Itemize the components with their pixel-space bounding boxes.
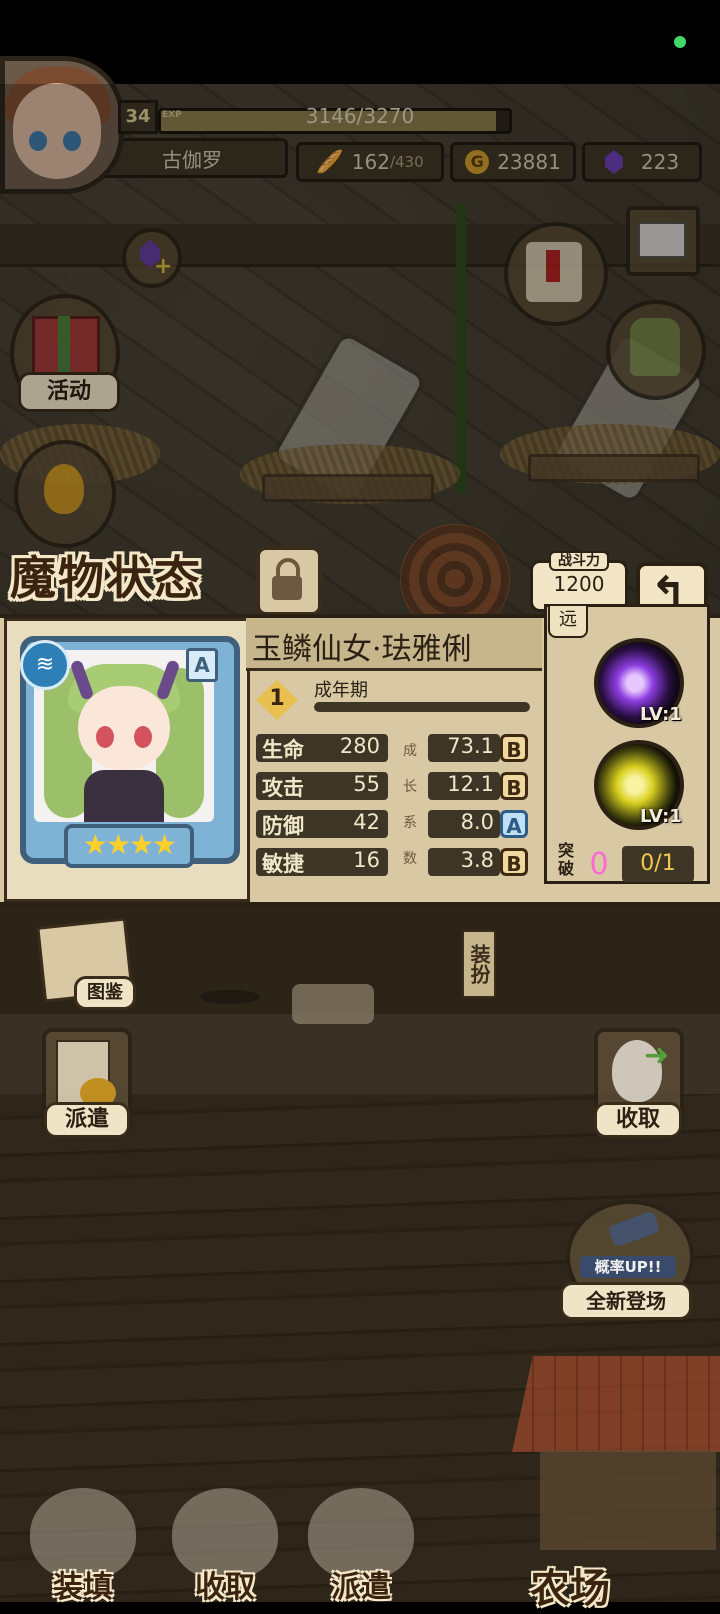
dispatch-side-label: 派遣 [44, 1102, 130, 1138]
stage-badge: 1 [256, 680, 302, 722]
grade-badge: B [500, 848, 528, 876]
growth-value: 73.1 [447, 734, 494, 758]
growth-stage-bar [314, 702, 530, 712]
stat-value: 280 [339, 734, 380, 758]
stat-value: 42 [353, 810, 380, 834]
monster-name: 玉鳞仙女·珐雅俐 [252, 632, 472, 667]
status-bar [0, 0, 720, 84]
growth-char-1: 成 [403, 743, 417, 759]
skill-2-level: LV:1 [640, 806, 682, 827]
camera-indicator-dot [674, 36, 686, 48]
water-icon: ≋ [20, 640, 70, 690]
battle-power-label: 战斗力 [549, 551, 609, 571]
hammer-icon [607, 1210, 661, 1248]
stat-value: 55 [353, 772, 380, 796]
stat-value: 16 [353, 848, 380, 872]
nav-farm-button[interactable]: 农场 [510, 1556, 630, 1614]
collect-side-label: 收取 [594, 1102, 682, 1138]
skill-1-level: LV:1 [640, 704, 682, 725]
growth-char-4: 数 [403, 851, 417, 867]
monster-status-title: 魔物状态 [10, 551, 202, 605]
growth-char-3: 系 [403, 815, 417, 831]
lock-button[interactable] [256, 546, 322, 616]
grade-badge: A [500, 810, 528, 838]
nav-dispatch-button[interactable]: 派遣 [296, 1562, 426, 1606]
range-tag: 远 [548, 604, 588, 638]
rank-badge: A [186, 648, 218, 682]
stat-name: 生命 [262, 738, 304, 762]
farm-roof [512, 1356, 720, 1452]
growth-char-2: 长 [403, 779, 417, 795]
limit-break-label: 突破 [557, 841, 574, 878]
growth-value: 3.8 [460, 848, 494, 872]
growth-value: 12.1 [447, 772, 494, 796]
nav-collect-button[interactable]: 收取 [160, 1562, 290, 1606]
growth-value: 8.0 [460, 810, 494, 834]
nav-load-button[interactable]: 装填 [20, 1562, 146, 1606]
encyclopedia-label: 图鉴 [74, 976, 136, 1010]
equip-tab[interactable]: 装扮 [462, 930, 496, 998]
promo-label: 全新登场 [560, 1282, 692, 1320]
limit-break-progress[interactable]: 0/1 [622, 846, 694, 882]
stat-name: 攻击 [262, 776, 304, 800]
limit-break-value: 0 [589, 847, 609, 882]
growth-stage-name: 成年期 [314, 680, 368, 701]
farm-building[interactable] [540, 1450, 716, 1550]
stage-level: 1 [269, 686, 285, 711]
stat-name: 敏捷 [262, 852, 304, 876]
promo-badge: 概率UP!! [580, 1256, 676, 1278]
stat-name: 防御 [262, 814, 304, 838]
battle-power-value: 1200 [553, 572, 605, 596]
grade-badge: B [500, 734, 528, 762]
star-rating: ★★★★ [64, 824, 194, 868]
grade-badge: B [500, 772, 528, 800]
